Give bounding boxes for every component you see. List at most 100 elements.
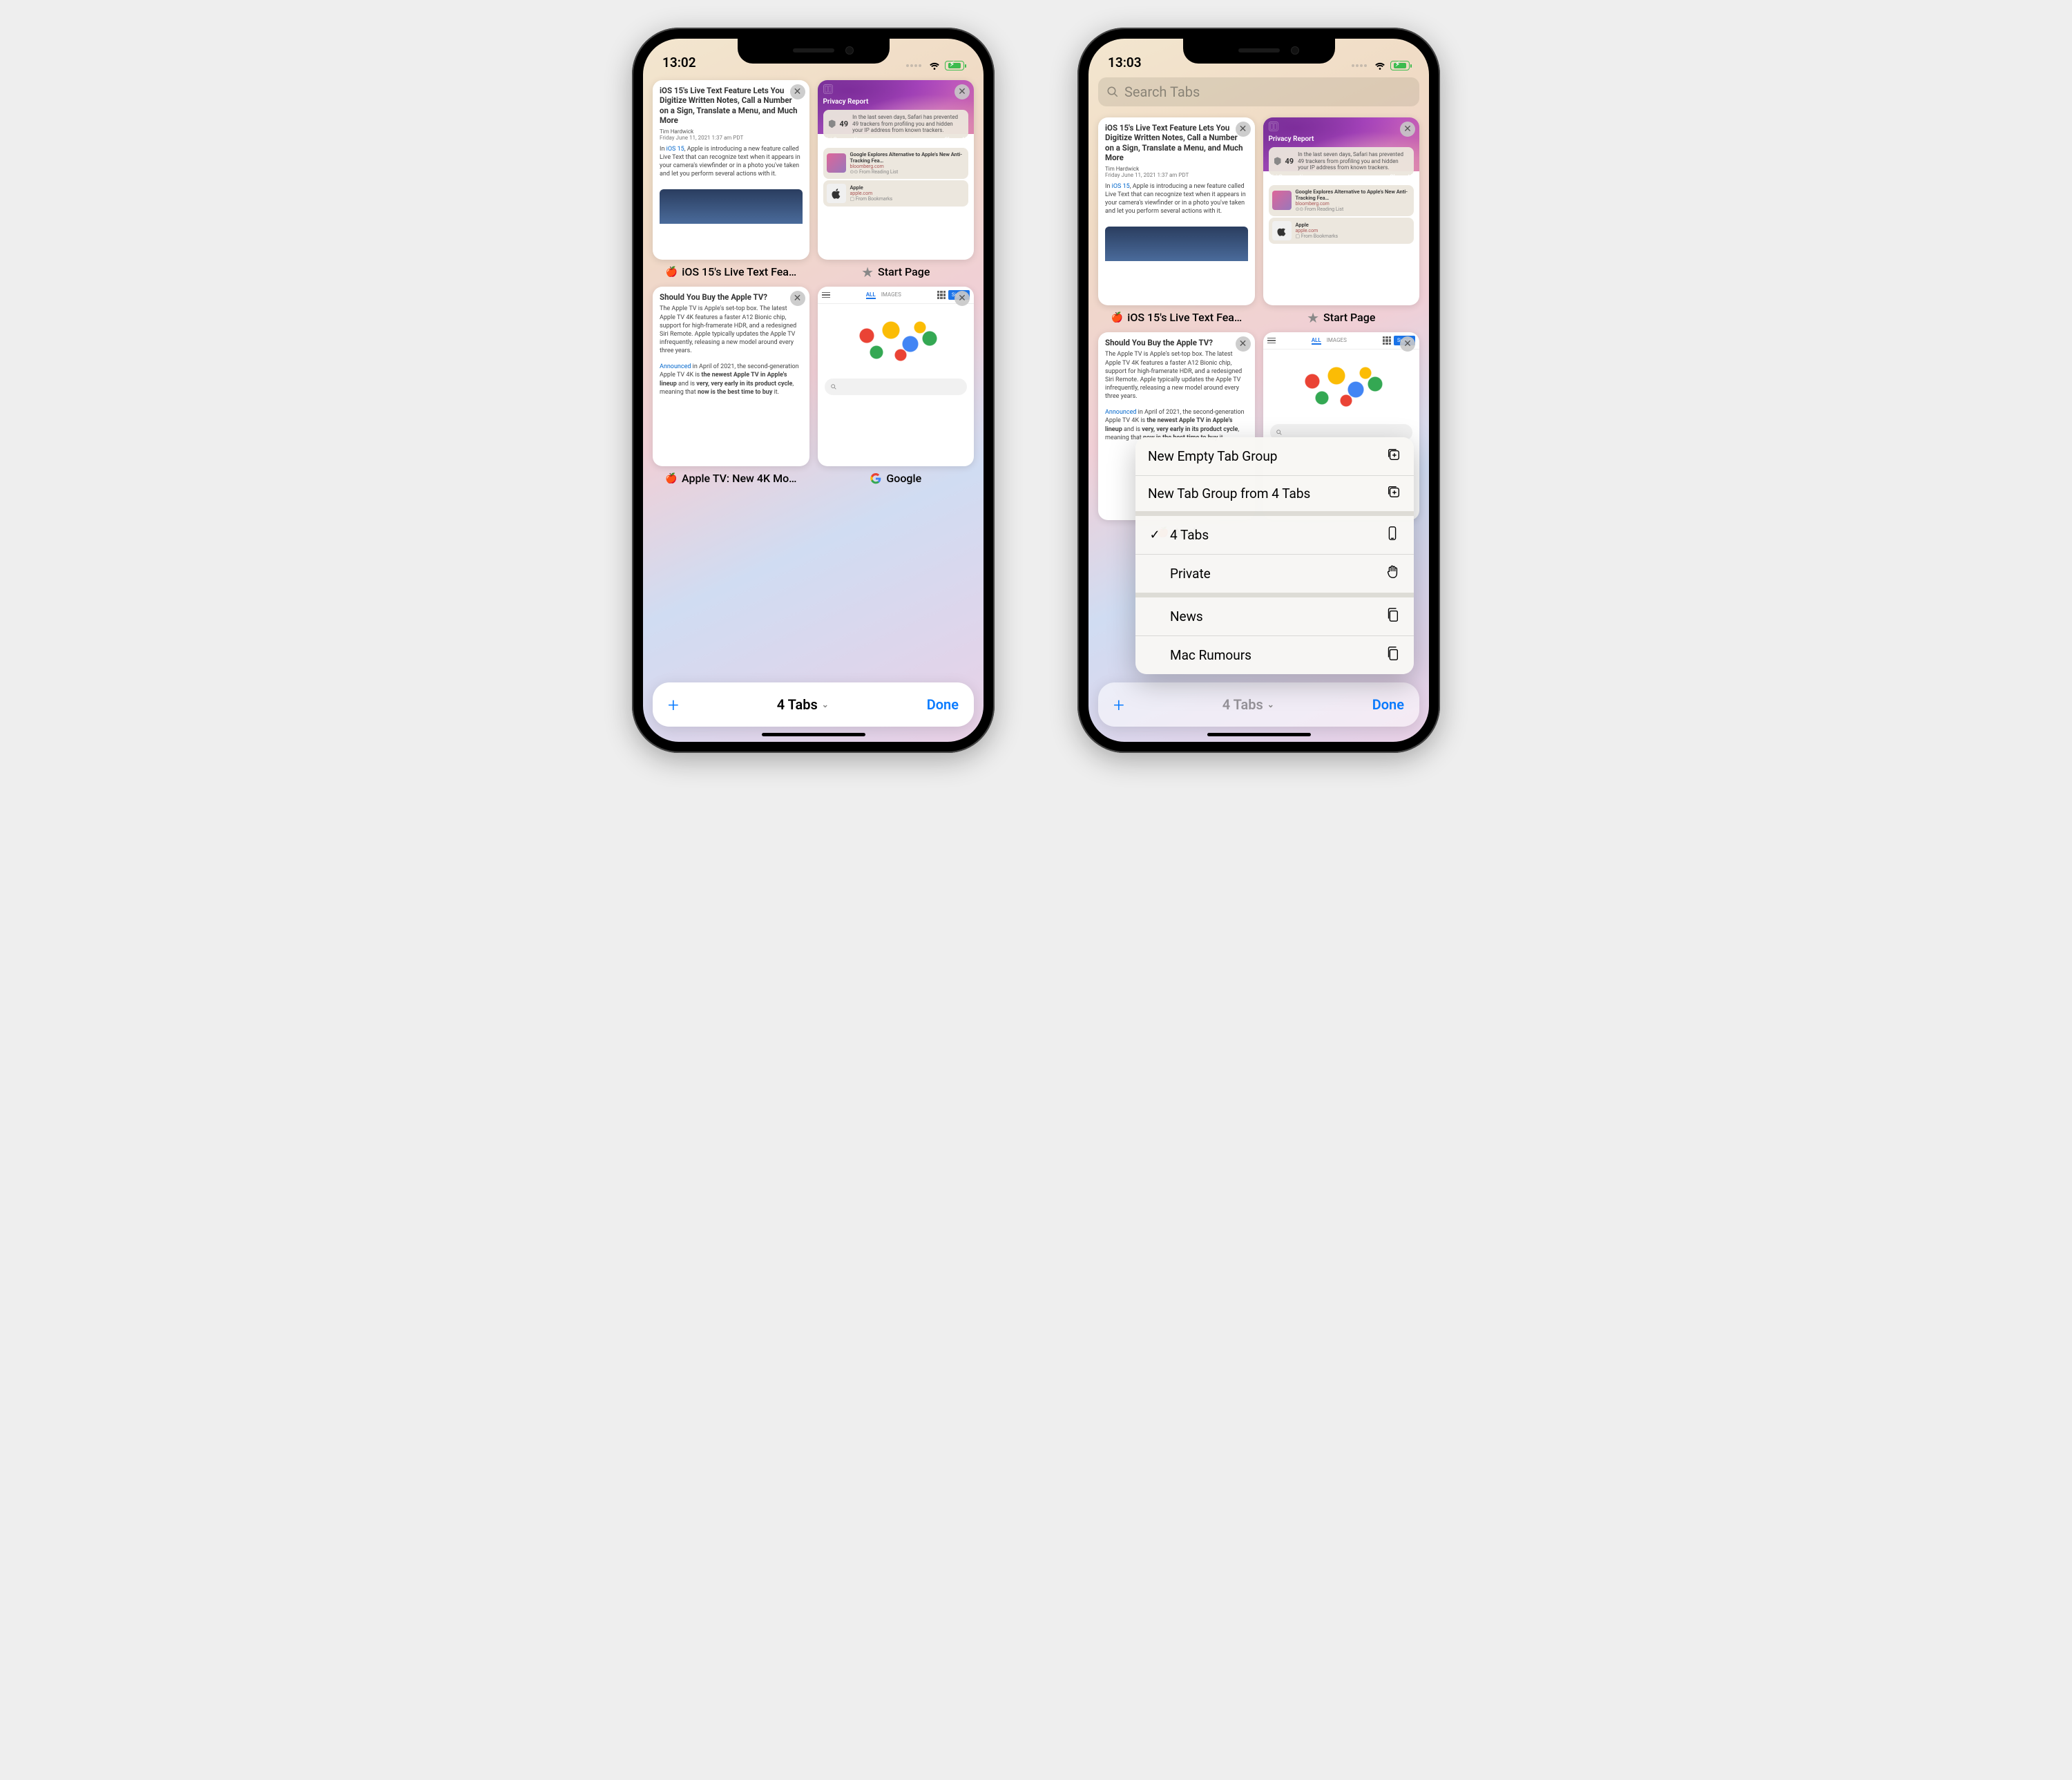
close-icon[interactable]: ✕ [955,84,970,99]
screen: 13:02 ⚡︎ ✕ iOS 15's Live Text Feature Le… [643,39,984,742]
done-button[interactable]: Done [927,696,959,713]
search-tabs-input[interactable]: Search Tabs [1098,77,1419,106]
article-body: Announced in April of 2021, the second-g… [660,363,803,396]
google-favicon-icon [870,472,882,485]
article-title: iOS 15's Live Text Feature Lets You Digi… [660,86,803,126]
close-icon[interactable]: ✕ [790,291,805,306]
article-image [660,189,803,224]
tab-card-startpage[interactable]: ✕ Privacy Report 49 In the last seven da… [1263,117,1420,324]
menu-new-tab-group-from-tabs[interactable]: New Tab Group from 4 Tabs [1135,476,1414,516]
close-icon[interactable]: ✕ [955,291,970,306]
tab-group-plus-icon [1386,484,1401,503]
tabs-grid: ✕ iOS 15's Live Text Feature Lets You Di… [643,72,984,493]
notch [1183,39,1335,64]
tab-card-article[interactable]: ✕ iOS 15's Live Text Feature Lets You Di… [653,80,809,278]
hamburger-icon [822,292,830,298]
phone-icon [1385,526,1401,544]
menu-tab-group-macrumours[interactable]: Mac Rumours [1135,636,1414,674]
article-body: In iOS 15, Apple is introducing a new fe… [1105,182,1248,216]
close-icon[interactable]: ✕ [1400,336,1415,352]
tracker-desc: In the last seven days, Safari has preve… [1298,151,1408,171]
article-body: The Apple TV is Apple's set-top box. The… [660,305,803,355]
wifi-icon [1374,61,1386,70]
suggestion-thumb-icon [827,153,846,173]
macrumors-favicon-icon: 🍎 [1111,312,1123,324]
dynamic-dots [906,64,921,67]
google-topbar: ALLIMAGES Sign in [1263,332,1420,350]
siri-suggestions-header: Siri Suggestions Show All [818,134,975,146]
apple-logo-icon [827,184,846,203]
clock: 13:02 [662,55,696,70]
new-tab-button[interactable]: + [668,693,679,716]
tracker-desc: In the last seven days, Safari has preve… [852,114,963,134]
article-author: Tim Hardwick [1105,166,1248,172]
close-icon[interactable]: ✕ [1236,336,1251,352]
google-doodle-icon [847,314,944,369]
article-image [1105,227,1248,261]
tab-card-article[interactable]: ✕ Should You Buy the Apple TV? The Apple… [653,287,809,485]
tab-card-google[interactable]: ✕ ALL IMAGES Sign in [818,287,975,485]
tab-card-article[interactable]: ✕ iOS 15's Live Text Feature Lets You Di… [1098,117,1255,324]
search-icon [1276,429,1283,436]
tab-group-selector[interactable]: 4 Tabs ⌄ [777,696,829,713]
nav-all: ALL [866,291,876,299]
chevron-down-icon: ⌄ [822,700,829,709]
siri-suggestions-header: Siri SuggestionsShow All [1263,171,1420,184]
shield-icon [829,119,836,128]
home-indicator [1207,733,1311,736]
suggestion-row: Google Explores Alternative to Apple's N… [823,148,969,179]
article-title: Should You Buy the Apple TV? [1105,338,1248,347]
search-icon [830,383,837,390]
article-date: Friday June 11, 2021 1:37 am PDT [660,135,803,141]
iphone-frame-right: 13:03 ⚡︎ Search Tabs ✕ iOS 15's Live Tex… [1077,28,1440,753]
tab-label: iOS 15's Live Text Fea… [682,265,796,278]
tab-group-selector[interactable]: 4 Tabs ⌄ [1222,696,1274,713]
hand-icon [1385,564,1401,583]
checkmark-icon: ✓ [1148,528,1162,542]
suggestion-thumb-icon [1272,191,1292,210]
macrumors-favicon-icon: 🍎 [665,472,678,485]
home-indicator [762,733,865,736]
shield-icon [1274,157,1281,165]
menu-new-empty-tab-group[interactable]: New Empty Tab Group [1135,437,1414,476]
tab-toolbar: + 4 Tabs ⌄ Done [653,682,974,727]
star-icon: ★ [1307,312,1319,324]
privacy-report-title: Privacy Report [1269,135,1414,143]
article-body: In iOS 15, Apple is introducing a new fe… [660,145,803,179]
google-topbar: ALL IMAGES Sign in [818,287,975,304]
google-search-input [825,379,968,395]
article-title: iOS 15's Live Text Feature Lets You Digi… [1105,123,1248,163]
menu-tab-group-news[interactable]: News [1135,597,1414,636]
suggestion-row: Appleapple.com▢ From Bookmarks [1269,218,1414,244]
menu-current-tabs[interactable]: ✓4 Tabs [1135,516,1414,555]
tab-label: Apple TV: New 4K Mo… [682,472,796,485]
done-button[interactable]: Done [1372,696,1404,713]
dynamic-dots [1352,64,1367,67]
close-icon[interactable]: ✕ [790,84,805,99]
search-icon [1106,86,1119,98]
copy-icon [1385,646,1401,664]
hamburger-icon [1267,338,1276,344]
star-icon: ★ [861,266,874,278]
battery-icon: ⚡︎ [945,61,964,70]
close-icon[interactable]: ✕ [1400,122,1415,137]
menu-private[interactable]: Private [1135,555,1414,597]
article-body: The Apple TV is Apple's set-top box. The… [1105,350,1248,401]
google-doodle-icon [1293,359,1390,414]
new-tab-button[interactable]: + [1113,693,1124,716]
notch [738,39,890,64]
article-date: Friday June 11, 2021 1:37 am PDT [1105,172,1248,178]
tab-label: Google [886,472,921,485]
tab-toolbar: + 4 Tabs ⌄ Done [1098,682,1419,727]
tab-label: iOS 15's Live Text Fea… [1127,311,1242,324]
tab-group-menu: New Empty Tab Group New Tab Group from 4… [1135,437,1414,674]
close-icon[interactable]: ✕ [1236,122,1251,137]
apps-grid-icon [937,291,946,299]
chevron-down-icon: ⌄ [1267,700,1274,709]
tab-label: Start Page [1323,311,1375,324]
suggestion-row: Google Explores Alternative to Apple's N… [1269,185,1414,216]
tab-group-plus-icon [1386,447,1401,466]
suggestion-row: Apple apple.com ▢ From Bookmarks [823,180,969,207]
tab-card-startpage[interactable]: ✕ Privacy Report 49 In the last seven da… [818,80,975,278]
tracker-count: 49 [1285,157,1294,166]
